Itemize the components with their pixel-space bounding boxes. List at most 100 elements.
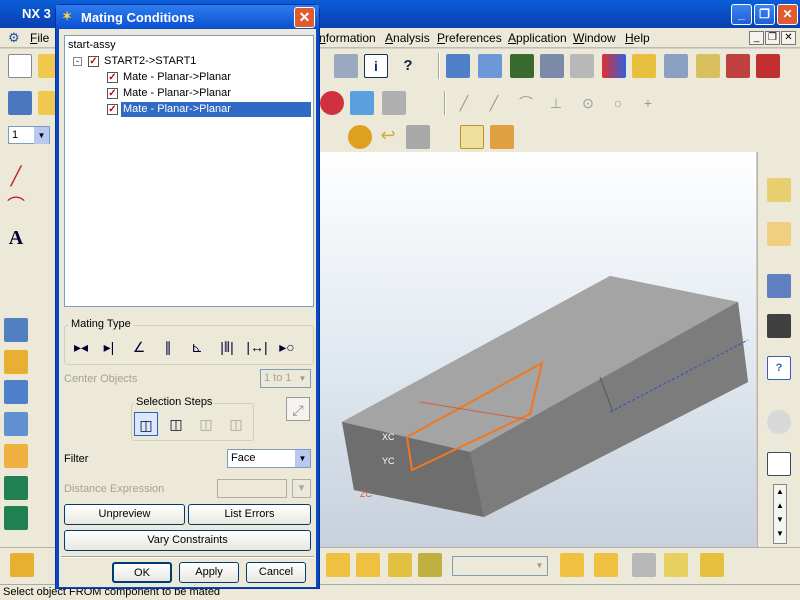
tree-node-checkbox[interactable]: ✓	[88, 56, 99, 67]
menu-preferences[interactable]: Preferences	[437, 31, 502, 45]
part-navigator-icon[interactable]	[767, 222, 791, 246]
center-objects-select[interactable]: 1 to 1 ▼	[260, 369, 311, 388]
distance-expression-field[interactable]	[217, 479, 287, 498]
roles-icon[interactable]	[767, 452, 791, 476]
vary-constraints-button[interactable]: Vary Constraints	[64, 530, 311, 551]
dialog-close-button[interactable]: ✕	[294, 7, 315, 28]
mating-tree[interactable]: start-assy - ✓ START2->START1 ✓ Mate - P…	[64, 35, 314, 307]
mdi-restore-button[interactable]: ❐	[765, 31, 780, 45]
help-icon[interactable]: ?	[767, 356, 791, 380]
close-main-button[interactable]: ✕	[777, 4, 798, 25]
tangent-type-icon[interactable]: ▸○	[275, 335, 299, 359]
info-icon[interactable]: i	[364, 54, 388, 78]
assembly-icon-6[interactable]	[560, 553, 584, 577]
circle-icon[interactable]: ⊙	[576, 91, 600, 115]
step-to-icon[interactable]: ◫	[164, 412, 188, 436]
snap-icon[interactable]	[348, 125, 372, 149]
line-icon[interactable]: ╱	[452, 91, 476, 115]
text-tool-icon[interactable]: A	[4, 226, 28, 250]
face-icon[interactable]	[382, 91, 406, 115]
assembly-icon-3[interactable]	[356, 553, 380, 577]
dialog-titlebar[interactable]: ✶ Mating Conditions ✕	[56, 5, 319, 29]
analysis-icon-11[interactable]	[756, 54, 780, 78]
step-fourth-icon[interactable]: ◫	[224, 412, 248, 436]
resource-scrollbar[interactable]: ▲ ▲ ▼ ▼	[773, 484, 787, 544]
menu-analysis[interactable]: Analysis	[385, 31, 430, 45]
point-icon[interactable]: +	[636, 91, 660, 115]
unpreview-button[interactable]: Unpreview	[64, 504, 185, 525]
step-from-icon[interactable]: ◫	[134, 412, 158, 436]
analysis-icon-3[interactable]	[510, 54, 534, 78]
minimize-button[interactable]: _	[731, 4, 752, 25]
feature-icon-4[interactable]	[4, 412, 28, 436]
assembly-icon-1[interactable]	[10, 553, 34, 577]
shaded-icon[interactable]	[350, 91, 374, 115]
reverse-direction-icon[interactable]: ⤢	[286, 397, 310, 421]
hide-icon[interactable]	[320, 91, 344, 115]
web-browser-icon[interactable]	[767, 274, 791, 298]
tree-root[interactable]: start-assy	[68, 39, 116, 51]
analysis-icon-7[interactable]	[632, 54, 656, 78]
center-type-icon[interactable]: |⦀|	[215, 335, 239, 359]
menu-information[interactable]: nformation	[319, 31, 376, 45]
tree-node-start2[interactable]: START2->START1	[104, 55, 196, 67]
list-errors-button[interactable]: List Errors	[188, 504, 311, 525]
help-pointer-icon[interactable]: ?	[396, 54, 420, 78]
assembly-icon-7[interactable]	[594, 553, 618, 577]
assembly-icon-5[interactable]	[418, 553, 442, 577]
feature-icon-6[interactable]	[4, 476, 28, 500]
assembly-icon-10[interactable]	[700, 553, 724, 577]
arc-tool-icon[interactable]: ⌒	[4, 194, 28, 218]
constraint-checkbox-3[interactable]: ✓	[107, 104, 118, 115]
mdi-close-button[interactable]: ✕	[781, 31, 796, 45]
align-type-icon[interactable]: ▸|	[97, 335, 121, 359]
menu-help[interactable]: Help	[625, 31, 650, 45]
history-icon[interactable]	[767, 410, 791, 434]
restore-button[interactable]: ❐	[754, 4, 775, 25]
menu-file[interactable]: File	[30, 31, 49, 45]
analysis-icon-2[interactable]	[478, 54, 502, 78]
assembly-icon-9[interactable]	[664, 553, 688, 577]
feature-icon-7[interactable]	[4, 506, 28, 530]
menu-application[interactable]: Application	[508, 31, 567, 45]
filter-select[interactable]: Face ▼	[227, 449, 311, 468]
app-menu-icon[interactable]: ⚙	[8, 30, 20, 46]
arc-icon[interactable]: ⊥	[544, 91, 568, 115]
curve-icon[interactable]: ⌒	[514, 91, 538, 115]
menu-window[interactable]: Window	[573, 31, 616, 45]
apply-button[interactable]: Apply	[179, 562, 239, 583]
analysis-icon-6[interactable]	[602, 54, 626, 78]
feature-icon-2[interactable]	[4, 350, 28, 374]
undo-icon[interactable]: ↩	[376, 125, 400, 149]
training-icon[interactable]	[767, 314, 791, 338]
perpendicular-type-icon[interactable]: ⊾	[185, 335, 209, 359]
mdi-minimize-button[interactable]: _	[749, 31, 764, 45]
transform-icon[interactable]	[406, 125, 430, 149]
assembly-icon-4[interactable]	[388, 553, 412, 577]
parallel-type-icon[interactable]: ∥	[156, 335, 180, 359]
graphics-window[interactable]: XC YC ZC	[320, 152, 756, 547]
distance-type-icon[interactable]: |↔|	[245, 335, 269, 359]
constraint-checkbox-2[interactable]: ✓	[107, 88, 118, 99]
measure-angle-icon[interactable]	[490, 125, 514, 149]
reference-set-select[interactable]: ▼	[452, 556, 548, 576]
circle-2-icon[interactable]: ○	[606, 91, 630, 115]
ok-button[interactable]: OK	[112, 562, 172, 583]
feature-icon-1[interactable]	[4, 318, 28, 342]
expression-menu-button[interactable]: ▼	[292, 479, 311, 498]
feature-icon-3[interactable]	[4, 380, 28, 404]
constraint-item-1[interactable]: Mate - Planar->Planar	[123, 71, 231, 83]
analysis-icon-1[interactable]	[446, 54, 470, 78]
cancel-button[interactable]: Cancel	[246, 562, 306, 583]
line-tool-icon[interactable]: ╱	[4, 164, 28, 188]
line-point-icon[interactable]: ╱	[482, 91, 506, 115]
measure-distance-icon[interactable]	[460, 125, 484, 149]
constraint-item-3[interactable]: Mate - Planar->Planar	[123, 103, 231, 115]
new-file-icon[interactable]	[8, 54, 32, 78]
work-layer-select[interactable]: 1 ▼	[8, 126, 50, 144]
analysis-icon-4[interactable]	[540, 54, 564, 78]
angle-type-icon[interactable]: ∠	[127, 335, 151, 359]
assembly-icon-2[interactable]	[326, 553, 350, 577]
mate-type-icon[interactable]: ▸◂	[69, 335, 93, 359]
step-third-icon[interactable]: ◫	[194, 412, 218, 436]
